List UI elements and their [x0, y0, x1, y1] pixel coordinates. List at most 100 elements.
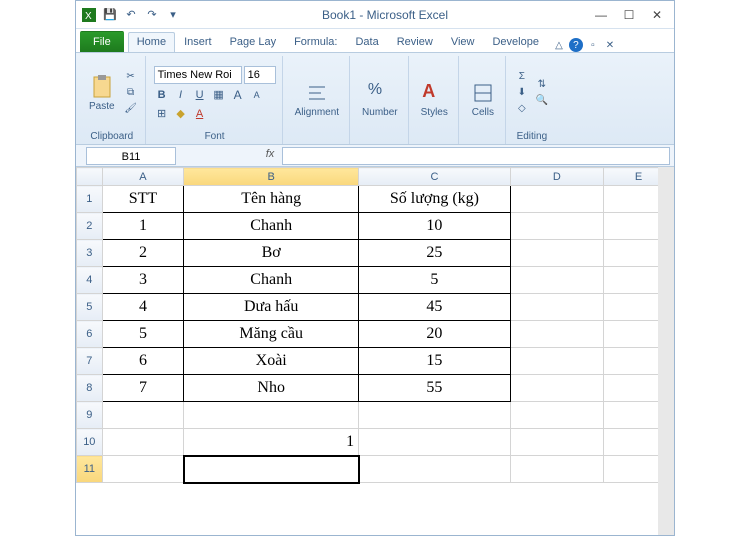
find-button[interactable]: 🔍: [534, 95, 550, 109]
cell-D2[interactable]: [510, 213, 603, 240]
cell-C7[interactable]: 15: [359, 348, 511, 375]
help-icon[interactable]: ?: [569, 38, 583, 52]
number-button[interactable]: %Number: [358, 79, 402, 120]
clear-button[interactable]: ◇: [514, 103, 530, 117]
cell-C1[interactable]: Số lượng (kg): [359, 186, 511, 213]
cell-A10[interactable]: [102, 429, 184, 456]
font-color-button[interactable]: A: [192, 106, 208, 122]
name-box[interactable]: B11: [86, 147, 176, 165]
cut-icon[interactable]: ✂: [123, 71, 139, 85]
tab-view[interactable]: View: [442, 32, 484, 52]
cell-A11[interactable]: [102, 456, 184, 483]
cell-C11[interactable]: [359, 456, 511, 483]
worksheet[interactable]: ABCDE1STTTên hàngSố lượng (kg)21Chanh103…: [76, 167, 674, 535]
fill-button[interactable]: ⬇: [514, 87, 530, 101]
cell-A3[interactable]: 2: [102, 240, 184, 267]
cell-B1[interactable]: Tên hàng: [184, 186, 359, 213]
font-size-select[interactable]: 16: [244, 66, 276, 84]
shrink-font-button[interactable]: A: [249, 87, 265, 103]
border-button[interactable]: ▦: [211, 87, 227, 103]
cell-B2[interactable]: Chanh: [184, 213, 359, 240]
cell-C8[interactable]: 55: [359, 375, 511, 402]
cell-D7[interactable]: [510, 348, 603, 375]
row-header-9[interactable]: 9: [77, 402, 103, 429]
col-header-C[interactable]: C: [359, 168, 511, 186]
autosum-button[interactable]: Σ: [514, 71, 530, 85]
cell-B10[interactable]: 1: [184, 429, 359, 456]
fill-color-button[interactable]: ◆: [173, 106, 189, 122]
cell-A1[interactable]: STT: [102, 186, 184, 213]
cell-B4[interactable]: Chanh: [184, 267, 359, 294]
cell-D4[interactable]: [510, 267, 603, 294]
close-workbook-icon[interactable]: ✕: [603, 38, 617, 52]
cell-D3[interactable]: [510, 240, 603, 267]
cell-B9[interactable]: [184, 402, 359, 429]
row-header-4[interactable]: 4: [77, 267, 103, 294]
minimize-button[interactable]: —: [588, 6, 614, 24]
cell-A8[interactable]: 7: [102, 375, 184, 402]
cell-A2[interactable]: 1: [102, 213, 184, 240]
row-header-2[interactable]: 2: [77, 213, 103, 240]
cell-D1[interactable]: [510, 186, 603, 213]
format-painter-icon[interactable]: 🖌: [123, 103, 139, 117]
tab-pagelayout[interactable]: Page Lay: [221, 32, 285, 52]
cell-C9[interactable]: [359, 402, 511, 429]
cell-C5[interactable]: 45: [359, 294, 511, 321]
cell-C10[interactable]: [359, 429, 511, 456]
bold-button[interactable]: B: [154, 87, 170, 103]
cell-B11[interactable]: [184, 456, 359, 483]
row-header-11[interactable]: 11: [77, 456, 103, 483]
cell-C4[interactable]: 5: [359, 267, 511, 294]
tab-insert[interactable]: Insert: [175, 32, 221, 52]
cell-B6[interactable]: Măng cầu: [184, 321, 359, 348]
cell-C3[interactable]: 25: [359, 240, 511, 267]
row-header-10[interactable]: 10: [77, 429, 103, 456]
row-header-3[interactable]: 3: [77, 240, 103, 267]
row-header-6[interactable]: 6: [77, 321, 103, 348]
select-all-corner[interactable]: [77, 168, 103, 186]
cell-B5[interactable]: Dưa hấu: [184, 294, 359, 321]
maximize-button[interactable]: ☐: [616, 6, 642, 24]
qat-more-icon[interactable]: ▾: [164, 6, 182, 24]
restore-window-icon[interactable]: ▫: [586, 38, 600, 52]
tab-formulas[interactable]: Formula:: [285, 32, 346, 52]
save-icon[interactable]: 💾: [101, 6, 119, 24]
cells-button[interactable]: Cells: [467, 79, 499, 120]
cell-A5[interactable]: 4: [102, 294, 184, 321]
row-header-7[interactable]: 7: [77, 348, 103, 375]
cell-B7[interactable]: Xoài: [184, 348, 359, 375]
cell-A6[interactable]: 5: [102, 321, 184, 348]
col-header-A[interactable]: A: [102, 168, 184, 186]
cell-D8[interactable]: [510, 375, 603, 402]
tab-file[interactable]: File: [80, 31, 124, 52]
paste-button[interactable]: Paste: [85, 73, 119, 114]
formula-input[interactable]: [282, 147, 670, 165]
cell-C2[interactable]: 10: [359, 213, 511, 240]
tab-developer[interactable]: Develope: [483, 32, 547, 52]
cell-B3[interactable]: Bơ: [184, 240, 359, 267]
styles-button[interactable]: AStyles: [417, 79, 452, 120]
copy-icon[interactable]: ⧉: [123, 87, 139, 101]
redo-icon[interactable]: ↷: [143, 6, 161, 24]
italic-button[interactable]: I: [173, 87, 189, 103]
cell-D11[interactable]: [510, 456, 603, 483]
close-button[interactable]: ✕: [644, 6, 670, 24]
cell-A7[interactable]: 6: [102, 348, 184, 375]
minimize-ribbon-icon[interactable]: △: [552, 38, 566, 52]
cell-C6[interactable]: 20: [359, 321, 511, 348]
excel-icon[interactable]: X: [80, 6, 98, 24]
tab-home[interactable]: Home: [128, 32, 175, 52]
cell-D9[interactable]: [510, 402, 603, 429]
row-header-8[interactable]: 8: [77, 375, 103, 402]
undo-icon[interactable]: ↶: [122, 6, 140, 24]
col-header-D[interactable]: D: [510, 168, 603, 186]
cell-B8[interactable]: Nho: [184, 375, 359, 402]
tab-data[interactable]: Data: [346, 32, 387, 52]
tab-review[interactable]: Review: [388, 32, 442, 52]
font-name-select[interactable]: Times New Roi: [154, 66, 242, 84]
cell-A4[interactable]: 3: [102, 267, 184, 294]
cell-D6[interactable]: [510, 321, 603, 348]
cell-A9[interactable]: [102, 402, 184, 429]
fx-icon[interactable]: fx: [262, 148, 278, 164]
sort-filter-button[interactable]: ⇅: [534, 79, 550, 93]
